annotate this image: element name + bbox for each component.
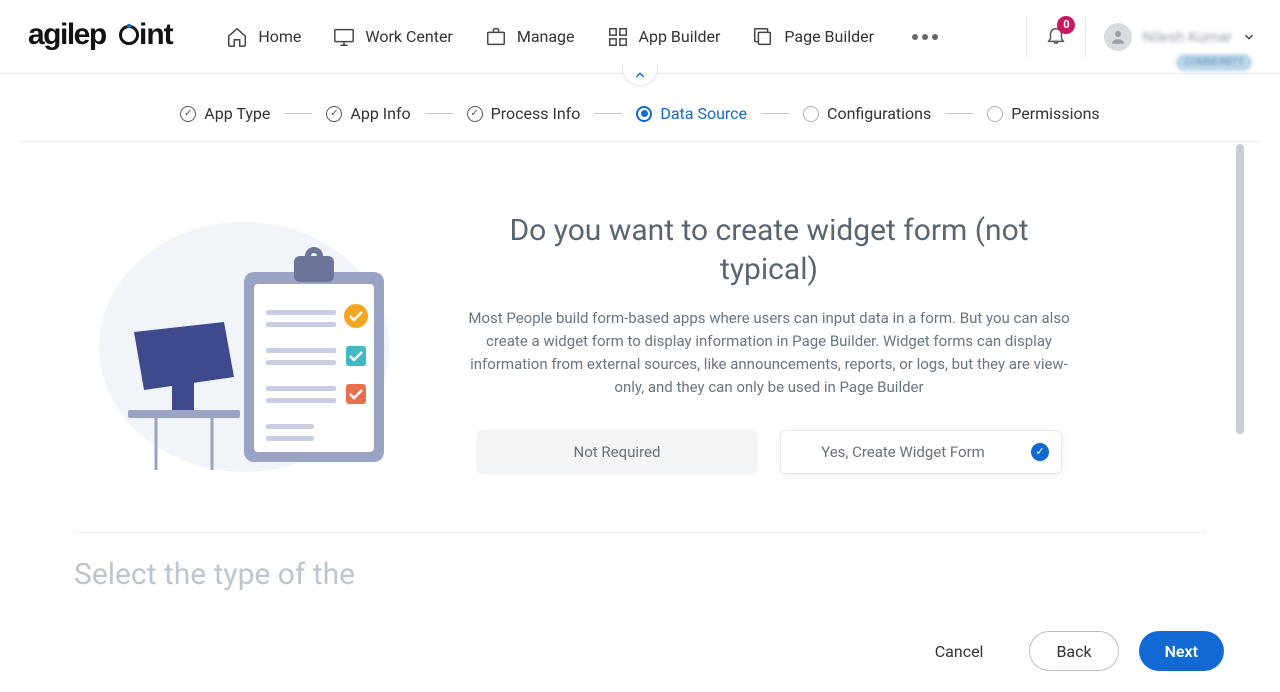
wizard-step-label: Process Info [491,104,581,123]
user-name: Nilesh Kumar [1142,28,1232,46]
step-separator [425,113,453,115]
cancel-button[interactable]: Cancel [909,631,1010,671]
next-button[interactable]: Next [1139,631,1224,671]
scrollbar-thumb[interactable] [1236,144,1244,434]
option-yes-create[interactable]: Yes, Create Widget Form ✓ [780,430,1062,474]
button-label: Next [1165,642,1198,661]
nav-page-builder-label: Page Builder [784,27,874,46]
check-icon: ✓ [1031,443,1049,461]
nav-items: Home Work Center Manage App Builder Page… [138,26,1026,48]
wizard-step-configurations[interactable]: Configurations [803,104,931,123]
wizard-step-permissions[interactable]: Permissions [987,104,1099,123]
chevron-down-icon [1242,30,1256,44]
option-row: Not Required Yes, Create Widget Form ✓ [464,430,1074,474]
wizard-step-label: Data Source [660,104,747,123]
wizard-container: App Type App Info Process Info Data Sour… [18,86,1262,600]
nav-home-label: Home [258,27,301,46]
section-description: Most People build form-based apps where … [464,307,1074,400]
nav-app-builder[interactable]: App Builder [607,26,721,48]
home-icon [226,26,248,48]
user-tag: COMMUNITY [1176,54,1252,71]
step-separator [761,113,789,115]
button-label: Cancel [935,642,984,661]
divider [1026,17,1027,57]
wizard-step-label: App Type [204,104,270,123]
svg-text:agilep: agilep [28,18,107,51]
content-area: Do you want to create widget form (not t… [36,142,1244,600]
option-label: Yes, Create Widget Form [821,443,985,461]
footer-actions: Cancel Back Next [0,610,1280,692]
user-menu[interactable]: Nilesh Kumar [1104,23,1256,51]
illustration [84,202,404,482]
briefcase-icon [485,26,507,48]
monitor-icon [333,26,355,48]
grid-icon [607,26,629,48]
topbar-right: 0 Nilesh Kumar [1026,17,1256,57]
copy-icon [752,26,774,48]
wizard-step-label: Configurations [827,104,931,123]
wizard-step-label: App Info [350,104,410,123]
section-title: Do you want to create widget form (not t… [464,211,1074,289]
collapse-toggle[interactable] [622,64,658,86]
button-label: Back [1056,642,1091,661]
notification-count: 0 [1057,16,1075,34]
step-separator [945,113,973,115]
step-separator [284,113,312,115]
nav-app-builder-label: App Builder [639,27,721,46]
avatar [1104,23,1132,51]
wizard-step-app-info[interactable]: App Info [326,104,410,123]
wizard-step-data-source[interactable]: Data Source [636,104,747,123]
option-label: Not Required [574,443,661,461]
nav-manage[interactable]: Manage [485,26,575,48]
nav-work-center[interactable]: Work Center [333,26,452,48]
wizard-steps: App Type App Info Process Info Data Sour… [20,86,1260,142]
back-button[interactable]: Back [1029,631,1118,671]
wizard-step-label: Permissions [1011,104,1099,123]
nav-work-center-label: Work Center [365,27,452,46]
option-not-required[interactable]: Not Required [476,430,758,474]
step-separator [594,113,622,115]
wizard-step-process-info[interactable]: Process Info [467,104,581,123]
chevron-up-icon [633,68,647,82]
divider [1085,17,1086,57]
nav-home[interactable]: Home [226,26,301,48]
widget-form-section: Do you want to create widget form (not t… [74,172,1206,533]
top-navigation: agilep int Home Work Center Manage [0,0,1280,74]
section-text: Do you want to create widget form (not t… [464,211,1074,474]
nav-more[interactable] [912,34,938,40]
notifications-button[interactable]: 0 [1045,24,1067,50]
nav-page-builder[interactable]: Page Builder [752,26,874,48]
nav-manage-label: Manage [517,27,575,46]
wizard-step-app-type[interactable]: App Type [180,104,270,123]
next-section-title: Select the type of the [74,557,1206,592]
